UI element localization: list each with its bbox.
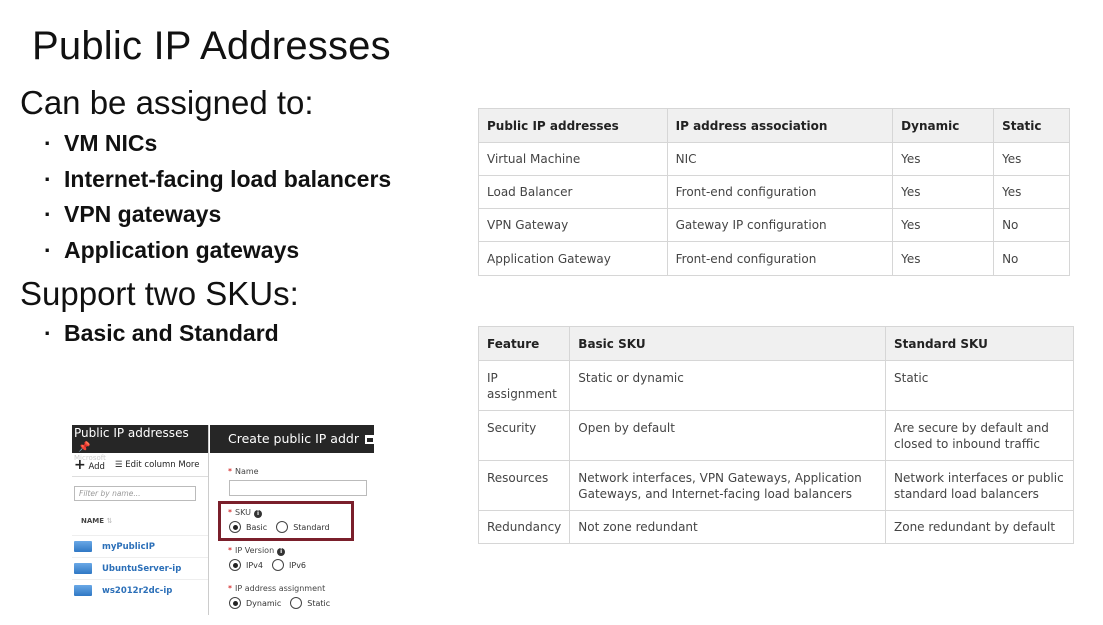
- ipv6-radio[interactable]: [272, 559, 285, 571]
- info-icon[interactable]: i: [277, 548, 286, 556]
- bullet-icon: ·: [44, 201, 52, 227]
- bullet-icon: ·: [44, 165, 52, 192]
- table-cell: No: [993, 208, 1070, 242]
- table-cell: Virtual Machine: [478, 142, 668, 176]
- columns-icon: ☰: [114, 459, 123, 470]
- table-cell: VPN Gateway: [478, 208, 668, 242]
- table-row: IP assignment Static or dynamic Static: [477, 360, 1074, 411]
- column-header: Public IP addresses: [478, 108, 668, 143]
- table-cell: Front-end configuration: [666, 175, 894, 209]
- dynamic-radio[interactable]: [229, 597, 241, 609]
- portal-screenshot: Public IP addresses 📌 Microsoft + Add ☰ …: [72, 425, 374, 615]
- table-cell: Network interfaces or public standard lo…: [885, 460, 1074, 511]
- bullet-icon: ·: [44, 320, 52, 346]
- table-row: Resources Network interfaces, VPN Gatewa…: [477, 460, 1074, 511]
- table-cell: Open by default: [569, 410, 886, 461]
- table-cell: Yes: [892, 208, 995, 242]
- list-item[interactable]: UbuntuServer-ip: [72, 557, 208, 579]
- assign-item: · VM NICs: [44, 126, 391, 162]
- sort-icon: ⇅: [106, 517, 113, 525]
- add-button[interactable]: + Add: [74, 457, 105, 473]
- table-cell: Are secure by default and closed to inbo…: [885, 410, 1074, 461]
- table-cell: Yes: [892, 241, 995, 276]
- sku-list: · Basic and Standard: [44, 316, 279, 352]
- edit-columns-button[interactable]: ☰ Edit column More: [115, 460, 200, 470]
- name-column-header[interactable]: NAME ⇅: [81, 517, 208, 535]
- table-cell: Redundancy: [477, 510, 571, 544]
- table-cell: Application Gateway: [478, 241, 668, 276]
- table-row: Load Balancer Front-end configuration Ye…: [478, 175, 1070, 209]
- column-header: Static: [993, 108, 1070, 143]
- assign-item: · VPN gateways: [44, 197, 391, 233]
- table-cell: Yes: [993, 175, 1070, 209]
- table-cell: Security: [477, 410, 571, 461]
- table-cell: IP assignment: [477, 360, 571, 411]
- assign-list: · VM NICs · Internet-facing load balancers…: [44, 126, 391, 268]
- bullet-icon: ·: [44, 236, 52, 263]
- assign-item: · Internet-facing load balancers: [44, 162, 391, 198]
- ip-version-radio-group: IPv4 IPv6: [229, 559, 306, 571]
- association-table: Public IP addresses IP address associati…: [478, 108, 1070, 276]
- public-ip-list-blade: Public IP addresses 📌 Microsoft + Add ☰ …: [72, 425, 209, 615]
- public-ip-icon: [74, 563, 92, 574]
- plus-icon: +: [74, 456, 86, 473]
- table-cell: Yes: [993, 142, 1070, 176]
- blade-toolbar: + Add ☰ Edit column More: [72, 453, 208, 477]
- column-header: IP address association: [666, 108, 894, 143]
- column-header: Dynamic: [892, 108, 995, 143]
- table-cell: Resources: [477, 460, 571, 511]
- sku-highlight-box: [218, 501, 354, 541]
- static-radio[interactable]: [290, 597, 303, 609]
- column-header: Standard SKU: [885, 326, 1074, 361]
- list-item[interactable]: ws2012r2dc-ip: [72, 579, 208, 601]
- pin-icon[interactable]: 📌: [78, 442, 90, 453]
- name-input[interactable]: [229, 480, 367, 496]
- table-cell: No: [993, 241, 1070, 276]
- table-cell: Load Balancer: [478, 175, 668, 209]
- public-ip-icon: [74, 585, 92, 596]
- table-row: Virtual Machine NIC Yes Yes: [478, 142, 1070, 176]
- table-row: Security Open by default Are secure by d…: [477, 410, 1074, 461]
- table-cell: Yes: [892, 142, 995, 176]
- sku-item: · Basic and Standard: [44, 316, 279, 352]
- table-cell: NIC: [666, 142, 894, 176]
- table-row: VPN Gateway Gateway IP configuration Yes…: [478, 208, 1070, 242]
- assign-heading: Can be assigned to:: [20, 84, 314, 121]
- table-cell: Zone redundant by default: [885, 510, 1074, 544]
- slide-title: Public IP Addresses: [32, 24, 391, 68]
- assign-item: · Application gateways: [44, 233, 391, 269]
- ipv4-radio[interactable]: [229, 559, 241, 571]
- table-cell: Front-end configuration: [666, 241, 894, 276]
- table-cell: Not zone redundant: [569, 510, 886, 544]
- sku-heading: Support two SKUs:: [20, 275, 299, 312]
- blade-title: Create public IP addr: [228, 431, 359, 446]
- table-cell: Static: [885, 360, 1074, 411]
- public-ip-icon: [74, 541, 92, 552]
- filter-input[interactable]: Filter by name...: [74, 486, 196, 501]
- ip-assignment-radio-group: Dynamic Static: [229, 597, 330, 609]
- list-item[interactable]: myPublicIP: [72, 535, 208, 557]
- table-row: Redundancy Not zone redundant Zone redun…: [477, 510, 1074, 544]
- table-row: Application Gateway Front-end configurat…: [478, 241, 1070, 276]
- table-header-row: Feature Basic SKU Standard SKU: [477, 326, 1074, 361]
- more-button[interactable]: More: [178, 460, 199, 470]
- table-cell: Yes: [892, 175, 995, 209]
- table-cell: Network interfaces, VPN Gateways, Applic…: [569, 460, 886, 511]
- blade-title: Public IP addresses: [74, 426, 189, 440]
- blade-header: Create public IP addr: [210, 425, 374, 453]
- blade-header: Public IP addresses 📌 Microsoft: [72, 425, 208, 462]
- table-header-row: Public IP addresses IP address associati…: [478, 108, 1070, 143]
- name-label: * Name: [228, 467, 259, 476]
- sku-comparison-table: Feature Basic SKU Standard SKU IP assign…: [477, 326, 1074, 544]
- ip-version-label: * IP Version i: [228, 546, 286, 556]
- ip-assignment-label: * IP address assignment: [228, 584, 326, 593]
- column-header: Basic SKU: [569, 326, 886, 361]
- table-cell: Static or dynamic: [569, 360, 886, 411]
- bullet-icon: ·: [44, 130, 52, 156]
- column-header: Feature: [477, 326, 571, 361]
- maximize-icon[interactable]: [364, 435, 374, 444]
- table-cell: Gateway IP configuration: [666, 208, 894, 242]
